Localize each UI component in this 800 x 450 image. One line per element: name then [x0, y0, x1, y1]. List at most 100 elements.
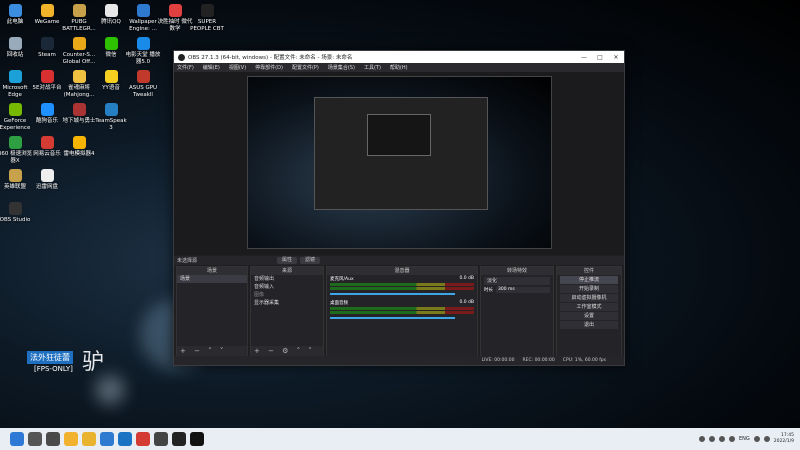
source-item[interactable]: 音频输入 [251, 283, 323, 291]
filters-button[interactable]: 滤镜 [300, 257, 321, 264]
minimize-button[interactable]: — [576, 54, 592, 61]
duration-input[interactable]: 300 ms [496, 287, 550, 293]
desktop-icon[interactable]: 电影天堂 播放器5.0 [125, 37, 161, 65]
taskbar-app-icon[interactable] [82, 432, 96, 446]
audio-meter [330, 283, 474, 286]
controls-header: 控件 [557, 267, 621, 275]
tray-icon[interactable] [729, 436, 735, 442]
tray-icon[interactable] [699, 436, 705, 442]
desktop-icon[interactable]: 迅雷网盘 [29, 169, 65, 191]
app-icon [8, 136, 22, 149]
volume-slider[interactable] [330, 317, 455, 319]
obs-window[interactable]: OBS 27.1.3 (64-bit, windows) - 配置文件: 未命名… [173, 50, 625, 366]
menu-tools[interactable]: 工具(T) [364, 64, 381, 71]
mixer-channel-2: 桌面音频 0.0 dB [327, 296, 477, 306]
desktop-icon[interactable]: 微信 [93, 37, 129, 59]
app-icon [8, 103, 22, 116]
desktop-icon[interactable]: TeamSpeak 3 [93, 103, 129, 131]
taskbar-app-icon[interactable] [154, 432, 168, 446]
menu-view[interactable]: 视图(V) [229, 64, 246, 71]
source-item[interactable]: 音频输出 [251, 275, 323, 283]
taskbar-app-icon[interactable] [136, 432, 150, 446]
desktop-icon[interactable]: 腾讯QQ [93, 4, 129, 26]
desktop-icon-label: 地下城与勇士 [62, 118, 96, 124]
tray-icon[interactable] [719, 436, 725, 442]
desktop-icon[interactable]: YY语音 [93, 70, 129, 92]
desktop-icon[interactable]: OBS Studio [0, 202, 33, 224]
start-recording-button[interactable]: 开始录制 [560, 285, 618, 293]
audio-meter [330, 311, 474, 314]
taskbar-app-icon[interactable] [190, 432, 204, 446]
source-item[interactable]: 图像 [251, 291, 323, 299]
taskbar-app-icon[interactable] [118, 432, 132, 446]
scene-item[interactable]: 场景 [177, 275, 247, 283]
tray-icon[interactable] [709, 436, 715, 442]
preview-canvas[interactable] [247, 76, 552, 249]
clock[interactable]: 17:45 2022/1/9 [774, 433, 794, 445]
wallpaper-glow [95, 375, 125, 405]
menu-docks[interactable]: 停靠部件(D) [255, 64, 283, 71]
volume-slider[interactable] [330, 293, 455, 295]
sources-dock: 来源 音频输出 音频输入 图像 显示器采集 + − ⚙ ˄ ˅ [250, 266, 324, 357]
source-toolbar: 未选择源 属性 滤镜 [174, 256, 624, 265]
transitions-dock: 转场特效 淡化 时长 300 ms [480, 266, 554, 357]
mixer-channel-1: 麦克风/Aux 0.0 dB [327, 275, 477, 282]
desktop-icon-label: 雷电模拟器4 [63, 151, 95, 157]
close-button[interactable]: ✕ [608, 54, 624, 61]
menu-scene-collection[interactable]: 场景集合(S) [328, 64, 355, 71]
properties-button[interactable]: 属性 [277, 257, 298, 264]
desktop-icon[interactable]: 雀魂麻将 (Mahjong... [61, 70, 97, 98]
wifi-icon[interactable] [753, 436, 760, 442]
transition-select[interactable]: 淡化 [484, 277, 550, 285]
menu-help[interactable]: 帮助(H) [390, 64, 408, 71]
desktop-icon[interactable]: Counter-S... Global Off... [61, 37, 97, 65]
desktop-icon[interactable]: 5E对战平台 [29, 70, 65, 92]
app-icon [168, 4, 182, 17]
taskbar-app-icon[interactable] [28, 432, 42, 446]
desktop-icon[interactable]: Wallpaper Engine: ... [125, 4, 161, 32]
desktop-icon[interactable]: WeGame [29, 4, 65, 26]
maximize-button[interactable]: □ [592, 54, 608, 61]
preview-area[interactable] [174, 72, 624, 255]
menu-profile[interactable]: 配置文件(P) [292, 64, 319, 71]
taskbar-app-icon[interactable] [46, 432, 60, 446]
sources-toolbar[interactable]: + − ⚙ ˄ ˅ [251, 346, 323, 356]
studio-mode-button[interactable]: 工作室模式 [560, 303, 618, 311]
controls-dock: 控件 停止推流 开始录制 启动虚拟摄像机 工作室模式 设置 退出 [556, 266, 622, 357]
virtual-camera-button[interactable]: 启动虚拟摄像机 [560, 294, 618, 302]
source-item[interactable]: 显示器采集 [251, 299, 323, 307]
taskbar-app-icon[interactable] [64, 432, 78, 446]
desktop-icon[interactable]: 酷狗音乐 [29, 103, 65, 125]
desktop-icon[interactable]: PUBG BATTLEGR... [61, 4, 97, 32]
settings-button[interactable]: 设置 [560, 312, 618, 320]
menu-edit[interactable]: 编辑(E) [203, 64, 220, 71]
desktop-icon[interactable]: 雷电模拟器4 [61, 136, 97, 158]
system-tray: ENG 17:45 2022/1/9 [699, 428, 794, 450]
app-icon [8, 202, 22, 215]
stop-streaming-button[interactable]: 停止推流 [560, 276, 618, 284]
desktop-icon[interactable]: 决胜抽时 微代数学 [157, 4, 193, 32]
language-indicator[interactable]: ENG [739, 436, 750, 442]
desktop-icon-label: 5E对战平台 [32, 85, 62, 91]
desktop-icon[interactable]: SUPER PEOPLE CBT [189, 4, 225, 32]
menu-file[interactable]: 文件(F) [177, 64, 194, 71]
desktop-icon[interactable]: 网易云音乐 [29, 136, 65, 158]
taskbar-app-icon[interactable] [172, 432, 186, 446]
live-time: LIVE: 00:00:00 [481, 358, 515, 363]
nested-preview-inner [367, 114, 431, 156]
desktop-icon-label: 决胜抽时 微代数学 [157, 19, 193, 32]
obs-titlebar[interactable]: OBS 27.1.3 (64-bit, windows) - 配置文件: 未命名… [174, 51, 624, 63]
taskbar-app-icon[interactable] [100, 432, 114, 446]
taskbar: ENG 17:45 2022/1/9 [0, 428, 800, 450]
app-icon [72, 4, 86, 17]
volume-icon[interactable] [763, 436, 770, 442]
exit-button[interactable]: 退出 [560, 321, 618, 329]
desktop-icon[interactable]: ASUS GPU Tweakll [125, 70, 161, 98]
desktop-icon[interactable]: Steam [29, 37, 65, 59]
overlay-title: 法外狂徒蕾 [27, 351, 73, 364]
start-icon[interactable] [10, 432, 24, 446]
scenes-toolbar[interactable]: + − ˄ ˅ [177, 346, 247, 356]
desktop-icon-label: Counter-S... Global Off... [62, 52, 96, 65]
desktop-icon[interactable]: 地下城与勇士 [61, 103, 97, 125]
desktop-icon-label: 网易云音乐 [33, 151, 61, 157]
